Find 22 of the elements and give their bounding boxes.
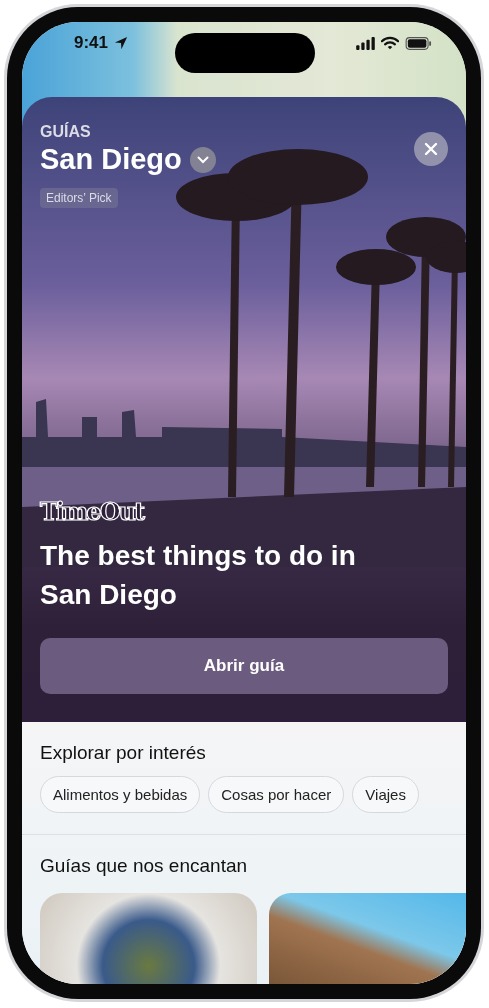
close-icon [424,142,438,156]
city-title: San Diego [40,143,182,176]
wifi-icon [381,36,399,50]
close-button[interactable] [414,132,448,166]
status-time: 9:41 [74,32,109,54]
signal-icon [356,37,375,50]
open-guide-button[interactable]: Abrir guía [40,638,448,694]
chevron-down-icon [196,155,209,164]
photo-placeholder[interactable] [40,893,257,984]
section-heading: Explorar por interés [40,742,207,764]
editors-pick-badge: Editors’ Pick [40,188,118,208]
guide-title: The best things to do in San Diego [40,539,357,612]
battery-icon [405,37,432,50]
city-menu-button[interactable] [189,146,216,173]
location-arrow-icon [114,36,129,50]
interest-chip[interactable]: Viajes [352,776,419,813]
interest-chip[interactable]: Cosas por hacer [208,776,345,813]
photo-placeholder[interactable] [269,893,466,984]
section-label: GUÍAS [40,123,91,141]
publisher-logo: TimeOut [40,497,144,526]
section-heading: Guías que nos encantan [40,855,249,877]
interest-chip[interactable]: Alimentos y bebidas [40,776,201,813]
